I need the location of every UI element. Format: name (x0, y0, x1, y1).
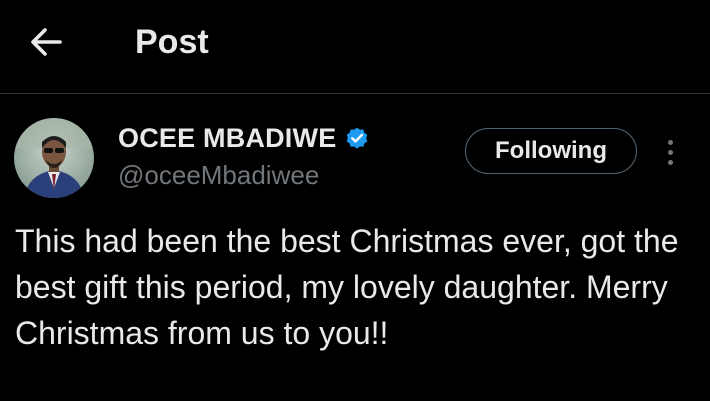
more-vertical-icon-dot (667, 159, 673, 165)
post-text: This had been the best Christmas ever, g… (15, 223, 679, 351)
page-title: Post (135, 23, 209, 61)
author-name-row: OCEE MBADIWE (118, 121, 370, 155)
following-button[interactable]: Following (465, 128, 637, 174)
more-options-button[interactable] (654, 130, 686, 174)
more-vertical-icon (667, 139, 673, 145)
verified-badge-icon (344, 125, 370, 151)
arrow-left-icon (31, 28, 62, 56)
avatar[interactable] (14, 118, 94, 198)
profile-photo (14, 118, 94, 198)
more-vertical-icon-dot (667, 149, 673, 155)
author-handle[interactable]: @oceeMbadiwee (118, 158, 319, 192)
top-bar: Post (0, 0, 710, 94)
author-display-name[interactable]: OCEE MBADIWE (118, 123, 336, 154)
back-button[interactable] (26, 22, 66, 62)
